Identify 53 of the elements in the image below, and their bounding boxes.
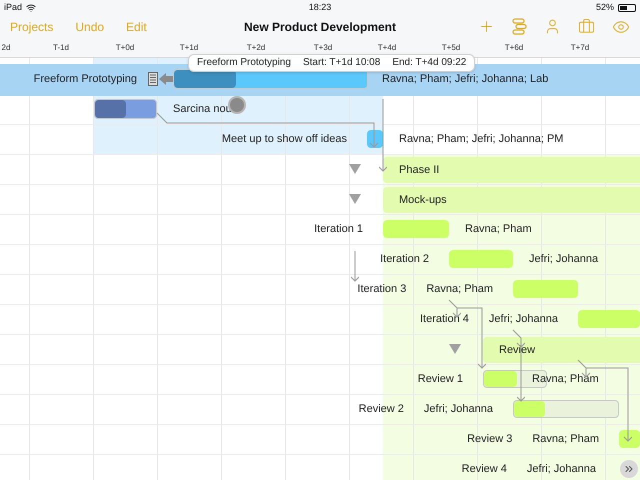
person-icon[interactable] bbox=[544, 18, 561, 35]
task-label: Iteration 2 bbox=[380, 252, 429, 267]
notes-icon[interactable] bbox=[148, 72, 158, 86]
clock-time: 18:23 bbox=[308, 0, 332, 14]
assignees-text: Jefri; Johanna bbox=[424, 402, 493, 417]
timeline-tick-label: T+3d bbox=[314, 42, 332, 54]
disclosure-triangle-icon[interactable] bbox=[349, 194, 361, 204]
double-chevron-icon bbox=[623, 463, 635, 475]
stacked-bars-icon[interactable] bbox=[512, 18, 527, 35]
timeline-tick-label: 2d bbox=[2, 42, 10, 54]
group-bar[interactable]: Phase II bbox=[383, 157, 640, 183]
timeline-tick-label: T+5d bbox=[442, 42, 460, 54]
task-label: Iteration 3 bbox=[357, 282, 406, 297]
tooltip-task-name: Freeform Prototyping bbox=[197, 57, 291, 69]
timeline-tick-label: T+6d bbox=[504, 42, 524, 54]
assignees-text: Jefri; Johanna bbox=[526, 462, 596, 477]
briefcase-icon[interactable] bbox=[578, 18, 595, 35]
device-name: iPad bbox=[4, 0, 22, 14]
disclosure-triangle-icon[interactable] bbox=[349, 164, 361, 174]
task-label: Freeform Prototyping bbox=[34, 72, 137, 87]
assignees-text: Ravna; Pham; Jefri; Johanna; PM bbox=[399, 132, 564, 147]
timeline-tick-label: T-1d bbox=[53, 42, 69, 54]
left-arrow-icon[interactable] bbox=[159, 73, 173, 85]
task-label: Review 1 bbox=[418, 372, 463, 387]
group-bar[interactable]: Review bbox=[483, 337, 640, 363]
add-icon[interactable] bbox=[478, 18, 495, 35]
timeline-tick-label: T+2d bbox=[246, 42, 266, 54]
tooltip-end: End: T+4d 09:22 bbox=[392, 57, 466, 69]
battery-percent: 52% bbox=[596, 0, 614, 14]
assignees-text: Ravna; Pham; Jefri; Johanna; Lab bbox=[382, 72, 548, 87]
dependency-arrow bbox=[351, 250, 359, 282]
task-label: Review 2 bbox=[358, 402, 404, 417]
timeline-tick-label: T+1d bbox=[180, 42, 198, 54]
timeline-tick-label: T+4d bbox=[378, 42, 396, 54]
timeline-tick-label: T+7d bbox=[570, 42, 590, 54]
battery-icon bbox=[618, 4, 636, 12]
wifi-icon bbox=[26, 2, 36, 12]
assignees-text: Ravna; Pham bbox=[426, 282, 493, 297]
tooltip-start: Start: T+1d 10:08 bbox=[302, 57, 380, 69]
task-label: Review 4 bbox=[462, 462, 507, 477]
task-label: Iteration 4 bbox=[420, 312, 469, 327]
timeline-tick-label: T+0d bbox=[116, 42, 134, 54]
task-label: Review 3 bbox=[467, 432, 512, 447]
assignees-text: Ravna; Pham bbox=[532, 432, 599, 447]
task-label: Meet up to show off ideas bbox=[222, 132, 347, 147]
assignees-text: Ravna; Pham bbox=[532, 372, 599, 387]
group-bar[interactable]: Mock-ups bbox=[383, 187, 640, 213]
assignees-text: Jefri; Johanna bbox=[488, 312, 558, 327]
disclosure-triangle-icon[interactable] bbox=[449, 344, 461, 354]
assignees-text: Ravna; Pham bbox=[465, 222, 532, 237]
assignees-text: Jefri; Johanna bbox=[529, 252, 598, 267]
task-label: Iteration 1 bbox=[314, 222, 363, 237]
window-title: New Product Development bbox=[244, 18, 396, 36]
